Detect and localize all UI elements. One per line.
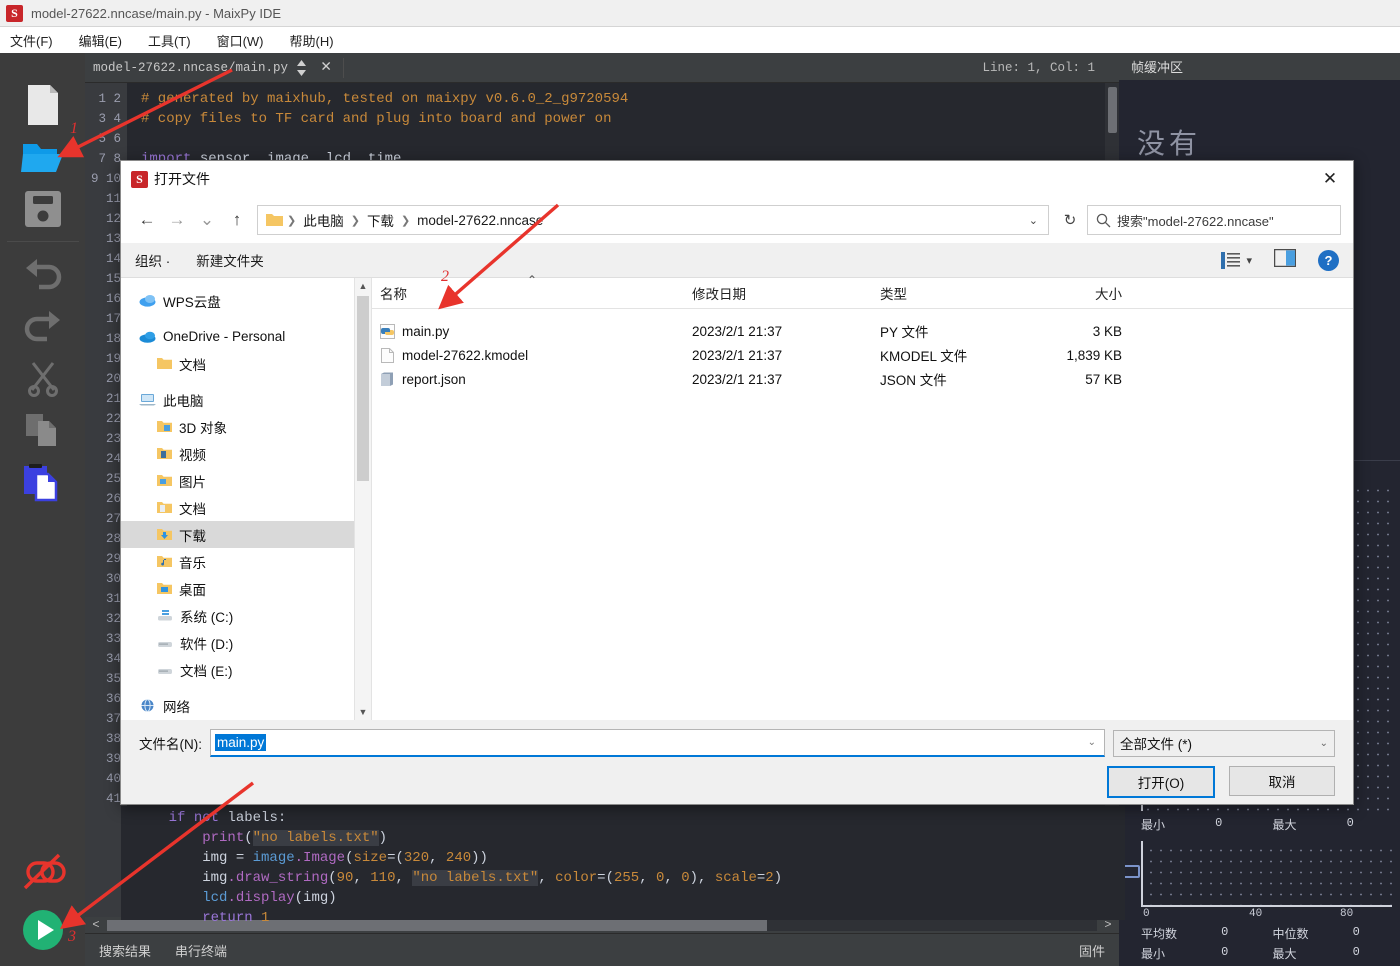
annotation-number-2: 2 [441,268,449,285]
annotation-arrow-2 [438,203,560,310]
annotation-arrow-1 [57,68,233,158]
annotation-number-3: 3 [68,928,76,945]
annotation-arrow-3 [59,781,255,930]
annotation-number-1: 1 [70,120,78,137]
annotation-overlay [57,68,560,930]
